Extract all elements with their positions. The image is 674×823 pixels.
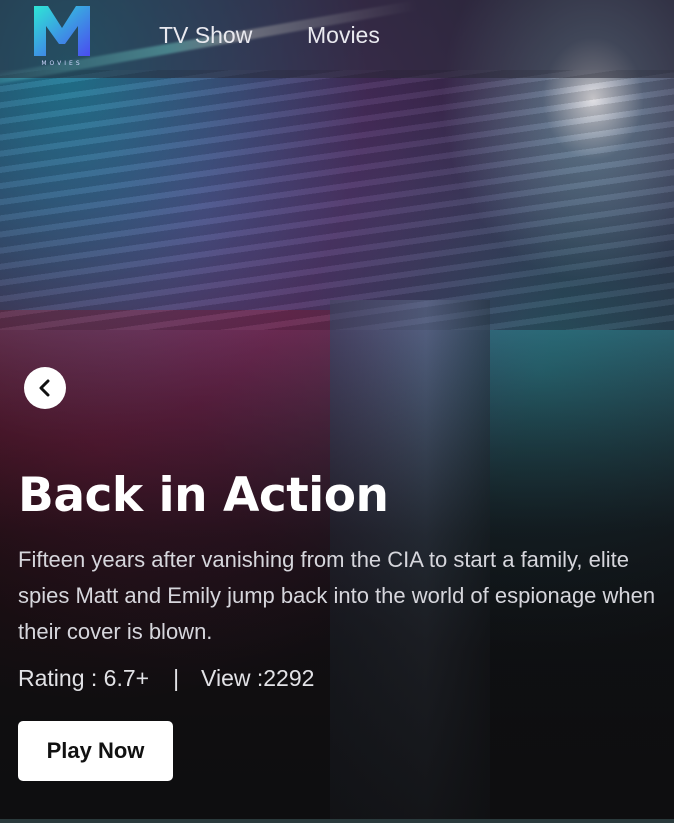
meta-separator: | [173,665,180,691]
bottom-divider [0,819,674,823]
movie-title: Back in Action [18,468,389,523]
rating-text: Rating : 6.7+ [18,665,150,691]
views-text: View :2292 [201,665,315,691]
background-shade [0,0,674,823]
movie-description: Fifteen years after vanishing from the C… [18,547,656,644]
play-now-button[interactable]: Play Now [18,721,173,781]
back-button[interactable] [24,367,66,409]
nav-tv-show-link[interactable]: TV Show [159,22,252,49]
nav-movies-link[interactable]: Movies [307,22,380,49]
top-navigation-bar: MOVIES TV Show Movies [0,0,674,78]
chevron-left-icon [39,379,50,397]
logo-text: MOVIES [41,60,83,67]
movies-logo[interactable]: MOVIES [30,2,94,70]
movie-meta: Rating : 6.7+ | View :2292 [18,665,314,692]
hero-banner: MOVIES TV Show Movies Back in Action Fif… [0,0,674,823]
logo-m-icon [34,6,90,56]
